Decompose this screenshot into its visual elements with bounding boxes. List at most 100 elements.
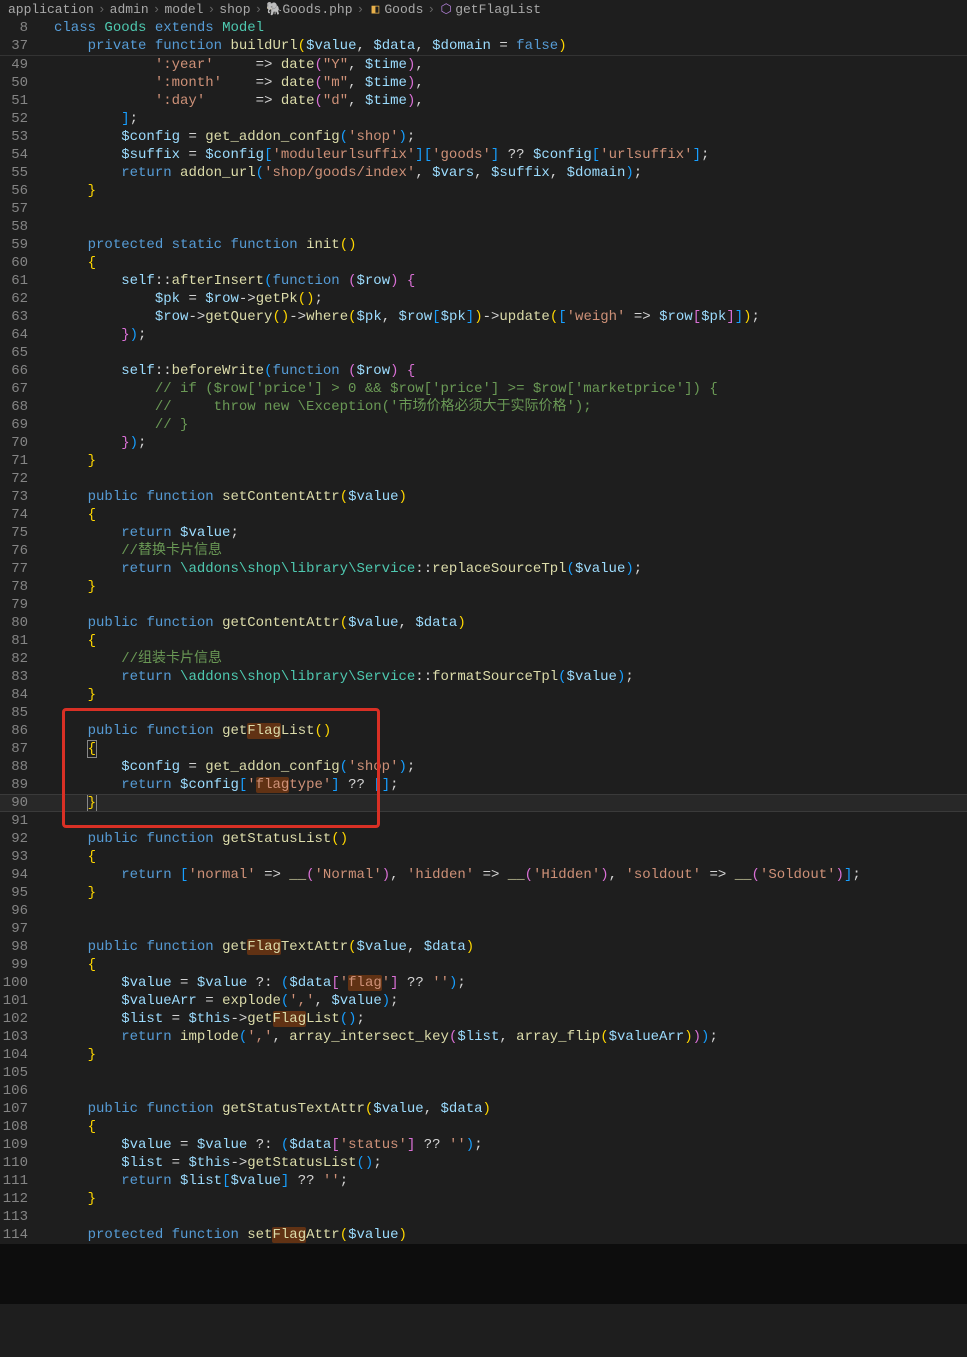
code-line[interactable]: 59 protected static function init() xyxy=(0,236,967,254)
code-line[interactable]: 62 $pk = $row->getPk(); xyxy=(0,290,967,308)
code-line[interactable]: 73 public function setContentAttr($value… xyxy=(0,488,967,506)
fold-gutter[interactable] xyxy=(40,470,54,488)
code-content[interactable] xyxy=(54,902,967,920)
code-line[interactable]: 79 xyxy=(0,596,967,614)
code-content[interactable]: return implode(',', array_intersect_key(… xyxy=(54,1028,967,1046)
fold-gutter[interactable] xyxy=(40,452,54,470)
fold-gutter[interactable] xyxy=(40,272,54,290)
line-number[interactable]: 91 xyxy=(0,812,40,830)
code-content[interactable] xyxy=(54,596,967,614)
fold-gutter[interactable] xyxy=(40,344,54,362)
code-line[interactable]: 56 } xyxy=(0,182,967,200)
line-number[interactable]: 112 xyxy=(0,1190,40,1208)
code-line[interactable]: 82 //组装卡片信息 xyxy=(0,650,967,668)
code-content[interactable]: } xyxy=(54,182,967,200)
code-content[interactable]: ]; xyxy=(54,110,967,128)
line-number[interactable]: 87 xyxy=(0,740,40,758)
line-number[interactable]: 69 xyxy=(0,416,40,434)
line-number[interactable]: 89 xyxy=(0,776,40,794)
code-content[interactable]: ':day' => date("d", $time), xyxy=(54,92,967,110)
fold-gutter[interactable] xyxy=(40,398,54,416)
breadcrumb-item[interactable]: shop xyxy=(219,2,250,17)
code-content[interactable]: }); xyxy=(54,326,967,344)
code-content[interactable]: // throw new \Exception('市场价格必须大于实际价格'); xyxy=(54,398,967,416)
code-line[interactable]: 75 return $value; xyxy=(0,524,967,542)
code-line[interactable]: 106 xyxy=(0,1082,967,1100)
code-content[interactable]: ':year' => date("Y", $time), xyxy=(54,56,967,74)
fold-gutter[interactable] xyxy=(40,902,54,920)
line-number[interactable]: 83 xyxy=(0,668,40,686)
code-line[interactable]: 51 ':day' => date("d", $time), xyxy=(0,92,967,110)
code-line[interactable]: 114 protected function setFlagAttr($valu… xyxy=(0,1226,967,1244)
code-content[interactable]: public function getStatusList() xyxy=(54,830,967,848)
fold-gutter[interactable] xyxy=(40,1208,54,1226)
line-number[interactable]: 37 xyxy=(0,37,40,55)
code-line[interactable]: 107 public function getStatusTextAttr($v… xyxy=(0,1100,967,1118)
line-number[interactable]: 79 xyxy=(0,596,40,614)
fold-gutter[interactable] xyxy=(40,1154,54,1172)
line-number[interactable]: 82 xyxy=(0,650,40,668)
fold-gutter[interactable] xyxy=(40,1136,54,1154)
code-line[interactable]: 104 } xyxy=(0,1046,967,1064)
line-number[interactable]: 68 xyxy=(0,398,40,416)
code-line[interactable]: 8class Goods extends Model xyxy=(0,19,967,37)
fold-gutter[interactable] xyxy=(40,434,54,452)
code-line[interactable]: 64 }); xyxy=(0,326,967,344)
fold-gutter[interactable] xyxy=(40,956,54,974)
code-content[interactable]: public function getStatusTextAttr($value… xyxy=(54,1100,967,1118)
line-number[interactable]: 107 xyxy=(0,1100,40,1118)
fold-gutter[interactable] xyxy=(40,938,54,956)
code-content[interactable]: $suffix = $config['moduleurlsuffix']['go… xyxy=(54,146,967,164)
fold-gutter[interactable] xyxy=(40,1010,54,1028)
code-line[interactable]: 96 xyxy=(0,902,967,920)
fold-gutter[interactable] xyxy=(40,740,54,758)
fold-gutter[interactable] xyxy=(40,362,54,380)
code-content[interactable]: } xyxy=(54,884,967,902)
code-line[interactable]: 94 return ['normal' => __('Normal'), 'hi… xyxy=(0,866,967,884)
code-line[interactable]: 91 xyxy=(0,812,967,830)
code-content[interactable]: } xyxy=(54,578,967,596)
fold-gutter[interactable] xyxy=(40,200,54,218)
code-content[interactable]: } xyxy=(54,1046,967,1064)
fold-gutter[interactable] xyxy=(40,614,54,632)
code-line[interactable]: 84 } xyxy=(0,686,967,704)
line-number[interactable]: 61 xyxy=(0,272,40,290)
fold-gutter[interactable] xyxy=(40,1118,54,1136)
fold-gutter[interactable] xyxy=(40,524,54,542)
fold-gutter[interactable] xyxy=(40,146,54,164)
line-number[interactable]: 94 xyxy=(0,866,40,884)
fold-gutter[interactable] xyxy=(40,722,54,740)
code-line[interactable]: 110 $list = $this->getStatusList(); xyxy=(0,1154,967,1172)
code-line[interactable]: 60 { xyxy=(0,254,967,272)
code-content[interactable]: protected static function init() xyxy=(54,236,967,254)
code-line[interactable]: 74 { xyxy=(0,506,967,524)
code-body[interactable]: 49 ':year' => date("Y", $time),50 ':mont… xyxy=(0,56,967,1244)
line-number[interactable]: 93 xyxy=(0,848,40,866)
fold-gutter[interactable] xyxy=(40,596,54,614)
line-number[interactable]: 67 xyxy=(0,380,40,398)
line-number[interactable]: 101 xyxy=(0,992,40,1010)
line-number[interactable]: 97 xyxy=(0,920,40,938)
code-line[interactable]: 49 ':year' => date("Y", $time), xyxy=(0,56,967,74)
fold-gutter[interactable] xyxy=(40,290,54,308)
editor[interactable]: 8class Goods extends Model37 private fun… xyxy=(0,19,967,1244)
code-content[interactable]: return $config['flagtype'] ?? []; xyxy=(54,776,967,794)
code-content[interactable] xyxy=(54,1208,967,1226)
code-line[interactable]: 95 } xyxy=(0,884,967,902)
code-content[interactable]: public function getContentAttr($value, $… xyxy=(54,614,967,632)
line-number[interactable]: 49 xyxy=(0,56,40,74)
code-content[interactable]: $config = get_addon_config('shop'); xyxy=(54,128,967,146)
code-content[interactable] xyxy=(54,200,967,218)
line-number[interactable]: 98 xyxy=(0,938,40,956)
line-number[interactable]: 88 xyxy=(0,758,40,776)
code-line[interactable]: 105 xyxy=(0,1064,967,1082)
code-line[interactable]: 54 $suffix = $config['moduleurlsuffix'][… xyxy=(0,146,967,164)
code-line[interactable]: 37 private function buildUrl($value, $da… xyxy=(0,37,967,55)
code-line[interactable]: 72 xyxy=(0,470,967,488)
line-number[interactable]: 65 xyxy=(0,344,40,362)
fold-gutter[interactable] xyxy=(40,74,54,92)
fold-gutter[interactable] xyxy=(40,128,54,146)
line-number[interactable]: 59 xyxy=(0,236,40,254)
fold-gutter[interactable] xyxy=(40,308,54,326)
fold-gutter[interactable] xyxy=(40,92,54,110)
